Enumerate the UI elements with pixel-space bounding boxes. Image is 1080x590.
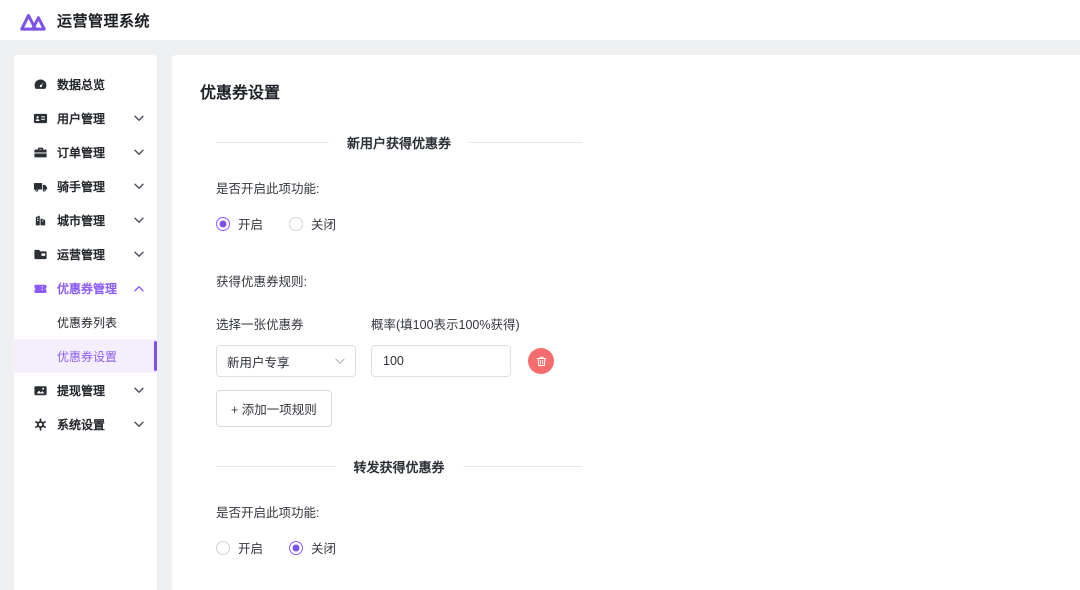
sidebar-subitem-coupon-list[interactable]: 优惠券列表 [14,305,157,339]
withdraw-icon [33,383,48,398]
sidebar-item-city-management[interactable]: 城市管理 [14,203,157,237]
sidebar-item-label: 运营管理 [57,247,106,262]
sidebar-item-label: 系统设置 [57,417,106,432]
section-divider-new-user: 新用户获得优惠券 [216,133,583,152]
orders-icon [33,145,48,160]
radio-selected-icon[interactable] [289,540,304,555]
radio-option-off[interactable]: 关闭 [289,538,336,557]
city-icon [33,213,48,228]
coupon-rules-label: 获得优惠券规则: [216,275,307,289]
coupon-rule-row: 新用户专享 [216,345,582,377]
app-header: 运营管理系统 [0,0,1080,40]
rule-column-labels: 选择一张优惠券 概率(填100表示100%获得) [216,314,582,333]
sidebar-item-operation-management[interactable]: 运营管理 [14,237,157,271]
coupon-icon [33,281,48,296]
add-rule-button[interactable]: + 添加一项规则 [216,390,332,427]
sidebar-item-label: 用户管理 [57,111,106,126]
enable-radio-group-new-user: 开启 关闭 [216,214,582,233]
chevron-down-icon [134,251,144,258]
radio-option-on[interactable]: 开启 [216,214,263,233]
radio-label: 开启 [238,542,264,556]
sidebar-item-coupon-management[interactable]: 优惠券管理 [14,271,157,305]
probability-input[interactable] [371,345,511,377]
sidebar-subitem-label: 优惠券列表 [57,315,118,330]
sidebar-item-data-overview[interactable]: 数据总览 [14,67,157,101]
active-indicator [154,341,157,371]
chevron-down-icon [335,358,345,365]
page-title: 优惠券设置 [200,85,281,102]
users-icon [33,111,48,126]
divider-line [462,466,583,467]
sidebar-item-user-management[interactable]: 用户管理 [14,101,157,135]
radio-unselected-icon[interactable] [289,216,304,231]
chevron-down-icon [134,387,144,394]
dashboard-icon [33,77,48,92]
main-content: 优惠券设置 新用户获得优惠券 是否开启此项功能: 开启 关闭 获得优惠券规则: [172,55,1080,590]
chevron-down-icon [134,183,144,190]
chevron-down-icon [134,217,144,224]
enable-radio-group-forward: 开启 关闭 [216,538,582,557]
sidebar-item-label: 提现管理 [57,383,106,398]
radio-label: 关闭 [311,218,337,232]
radio-selected-icon[interactable] [216,216,230,231]
chevron-down-icon [134,149,144,156]
radio-unselected-icon[interactable] [216,540,230,555]
delete-rule-button[interactable] [528,348,554,374]
sidebar-subitem-label: 优惠券设置 [57,349,118,364]
rider-icon [33,179,48,194]
section-title: 转发获得优惠券 [353,460,445,475]
sidebar-item-withdrawal-management[interactable]: 提现管理 [14,373,157,407]
section-title: 新用户获得优惠券 [347,136,452,151]
operations-icon [33,247,48,262]
chevron-down-icon [134,115,144,122]
trash-icon [535,355,548,368]
mountain-logo-icon [18,8,48,32]
probability-label: 概率(填100表示100%获得) [371,318,520,332]
sidebar-item-label: 订单管理 [57,145,106,160]
sidebar-item-rider-management[interactable]: 骑手管理 [14,169,157,203]
radio-option-on[interactable]: 开启 [216,538,263,557]
sidebar-item-system-settings[interactable]: 系统设置 [14,407,157,441]
coupon-select-value: 新用户专享 [227,355,290,370]
sidebar-item-label: 数据总览 [57,77,106,92]
settings-icon [33,417,48,432]
chevron-down-icon [134,421,144,428]
select-coupon-label: 选择一张优惠券 [216,318,304,332]
sidebar-item-label: 城市管理 [57,213,106,228]
divider-line [216,466,336,467]
divider-line [216,142,329,143]
radio-label: 关闭 [311,542,337,556]
sidebar: 数据总览 用户管理 订单管理 骑手管理 城市管理 运营管理 优惠券管理 优惠券列… [14,55,157,590]
coupon-settings-form: 新用户获得优惠券 是否开启此项功能: 开启 关闭 获得优惠券规则: 选择一张优惠… [216,133,583,590]
app-title: 运营管理系统 [57,12,151,30]
sidebar-item-label: 骑手管理 [57,179,106,194]
sidebar-item-order-management[interactable]: 订单管理 [14,135,157,169]
sidebar-subitem-coupon-settings[interactable]: 优惠券设置 [14,339,157,373]
divider-line [469,142,583,143]
radio-option-off[interactable]: 关闭 [289,214,336,233]
radio-label: 开启 [238,218,264,232]
workspace-background: 数据总览 用户管理 订单管理 骑手管理 城市管理 运营管理 优惠券管理 优惠券列… [0,40,1080,590]
coupon-select[interactable]: 新用户专享 [216,345,356,377]
chevron-up-icon [134,285,144,292]
enable-feature-label: 是否开启此项功能: [216,506,320,520]
section-divider-forward: 转发获得优惠券 [216,457,583,476]
enable-feature-label: 是否开启此项功能: [216,182,320,196]
sidebar-item-label: 优惠券管理 [57,281,118,296]
